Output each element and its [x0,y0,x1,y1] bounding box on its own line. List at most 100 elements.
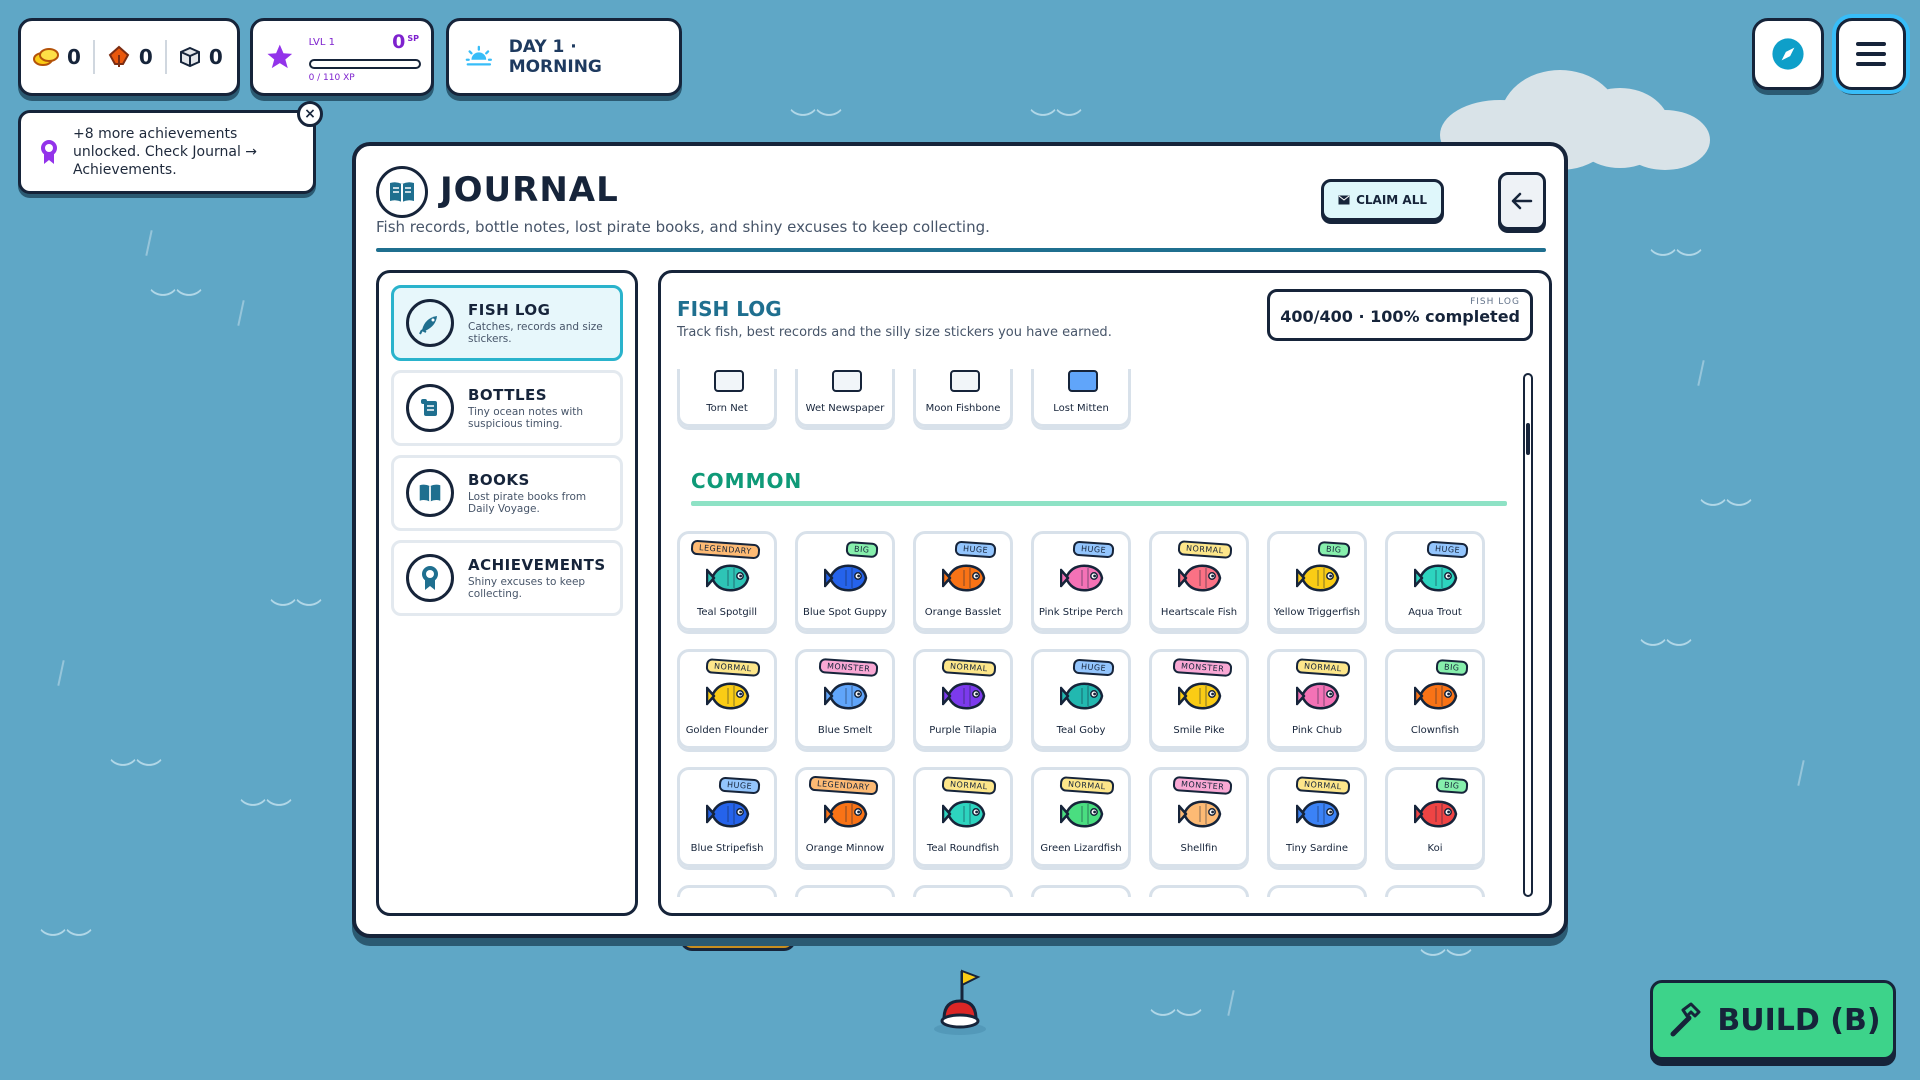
fish-card[interactable]: HUGE Blue Stripefish [677,767,777,867]
mitten-icon [1068,370,1098,392]
nav-fish-log[interactable]: FISH LOG Catches, records and size sticke… [391,285,623,361]
size-sticker: BIG [845,540,879,559]
medal-icon [422,566,438,590]
scrollbar[interactable] [1523,373,1533,897]
skill-points: 0 SP [392,31,419,53]
fish-collection-grid[interactable]: COMMON Torn Net Wet Newspaper Moon Fishbon… [677,369,1507,897]
fish-icon-wrap [1295,674,1344,722]
back-button[interactable] [1498,172,1546,230]
fish-card[interactable]: HUGE Orange Basslet [913,531,1013,631]
fish-name: Orange Basslet [924,606,1002,618]
fish-card[interactable]: NORMAL Golden Flounder [677,649,777,749]
junk-card[interactable]: Torn Net [677,369,777,427]
fish-name: Pink Stripe Perch [1038,606,1124,618]
fish-icon [1413,564,1458,592]
fish-card[interactable]: HUGE Aqua Trout [1385,531,1485,631]
fish-card[interactable]: NORMAL Green Lizardfish [1031,767,1131,867]
fish-card[interactable]: LEGENDARY Orange Minnow [795,767,895,867]
resource-coins: 0 [21,45,93,69]
fish-name: Smile Pike [1173,724,1225,736]
fish-icon-wrap [705,674,754,722]
fish-icon-wrap [1059,556,1108,604]
fish-card-partial[interactable] [1385,885,1485,897]
toast-close-button[interactable]: × [297,101,323,127]
menu-button[interactable] [1836,18,1906,90]
fish-icon-wrap [1059,792,1108,840]
fish-card[interactable]: HUGE Pink Stripe Perch [1031,531,1131,631]
size-sticker: HUGE [1072,658,1115,677]
item-name: Lost Mitten [1053,402,1109,414]
fish-card-partial[interactable] [913,885,1013,897]
fish-card[interactable]: BIG Yellow Triggerfish [1267,531,1367,631]
fish-card[interactable]: NORMAL Heartscale Fish [1149,531,1249,631]
fish-icon [1177,682,1222,710]
wave-decoration: ︶︶ [270,598,323,628]
fish-card[interactable]: BIG Blue Spot Guppy [795,531,895,631]
compass-button[interactable] [1752,18,1824,90]
fish-card[interactable]: NORMAL Purple Tilapia [913,649,1013,749]
fish-icon-wrap [823,556,872,604]
nav-title: ACHIEVEMENTS [468,555,606,574]
fish-name: Blue Smelt [817,724,873,736]
item-name: Torn Net [706,402,748,414]
fish-card-partial[interactable] [1031,885,1131,897]
junk-card[interactable]: Wet Newspaper [795,369,895,427]
fish-card[interactable]: NORMAL Teal Roundfish [913,767,1013,867]
size-sticker: HUGE [718,776,761,795]
sp-value: 0 [392,31,406,53]
nav-achievements[interactable]: ACHIEVEMENTS Shiny excuses to keep collec… [391,540,623,616]
fish-card-partial[interactable] [795,885,895,897]
claim-all-button[interactable]: CLAIM ALL [1321,179,1444,221]
fish-icon-wrap [1413,674,1462,722]
fish-card[interactable]: MONSTER Shellfin [1149,767,1249,867]
fish-card-partial[interactable] [1149,885,1249,897]
crates-count: 0 [208,45,223,69]
size-sticker: HUGE [954,540,997,559]
section-title: FISH LOG [677,297,782,321]
star-icon [267,44,293,69]
wave-decoration: ︶︶ [240,798,293,828]
fish-card-partial[interactable] [677,885,777,897]
buoy[interactable] [930,965,990,1037]
fish-name: Teal Goby [1056,724,1106,736]
nav-description: Shiny excuses to keep collecting. [468,575,586,600]
mail-icon [1338,195,1350,205]
rain-streak [57,660,65,686]
junk-card[interactable]: Lost Mitten [1031,369,1131,427]
hamburger-menu-icon [1856,42,1886,66]
achievements-nav-icon [406,554,454,602]
header-divider [376,248,1546,252]
rarity-heading: COMMON [691,469,803,493]
fish-icon [941,800,986,828]
junk-card[interactable]: Moon Fishbone [913,369,1013,427]
nav-bottles[interactable]: BOTTLES Tiny ocean notes with suspicious … [391,370,623,446]
scrollbar-thumb[interactable] [1526,423,1530,455]
nav-books[interactable]: BOOKS Lost pirate books from Daily Voyage… [391,455,623,531]
fish-card-partial[interactable] [1267,885,1367,897]
newspaper-icon [832,370,862,392]
fish-card[interactable]: LEGENDARY Teal Spotgill [677,531,777,631]
fish-icon [1059,682,1104,710]
build-label: BUILD (B) [1717,1002,1881,1038]
nav-description: Tiny ocean notes with suspicious timing. [468,405,584,430]
fish-icon [705,564,750,592]
rarity-divider [691,501,1507,506]
fish-card[interactable]: MONSTER Smile Pike [1149,649,1249,749]
completion-badge: FISH LOG 400/400 · 100% completed [1267,289,1533,341]
fish-card[interactable]: BIG Koi [1385,767,1485,867]
nav-title: BOOKS [468,470,530,489]
fish-icon-wrap [705,556,754,604]
fish-card[interactable]: MONSTER Blue Smelt [795,649,895,749]
fish-card[interactable]: NORMAL Tiny Sardine [1267,767,1367,867]
fish-card[interactable]: NORMAL Pink Chub [1267,649,1367,749]
fish-name: Clownfish [1410,724,1460,736]
fish-log-content: FISH LOG Track fish, best records and th… [658,270,1552,916]
build-button[interactable]: BUILD (B) [1650,980,1896,1060]
fish-card[interactable]: HUGE Teal Goby [1031,649,1131,749]
wave-decoration: ︶︶ [1650,248,1703,278]
fish-icon-wrap [823,792,872,840]
achievement-toast: +8 more achievements unlocked. Check Jou… [18,101,323,194]
wave-decoration: ︶︶ [110,758,163,788]
fish-card[interactable]: BIG Clownfish [1385,649,1485,749]
fish-icon-wrap [705,792,754,840]
